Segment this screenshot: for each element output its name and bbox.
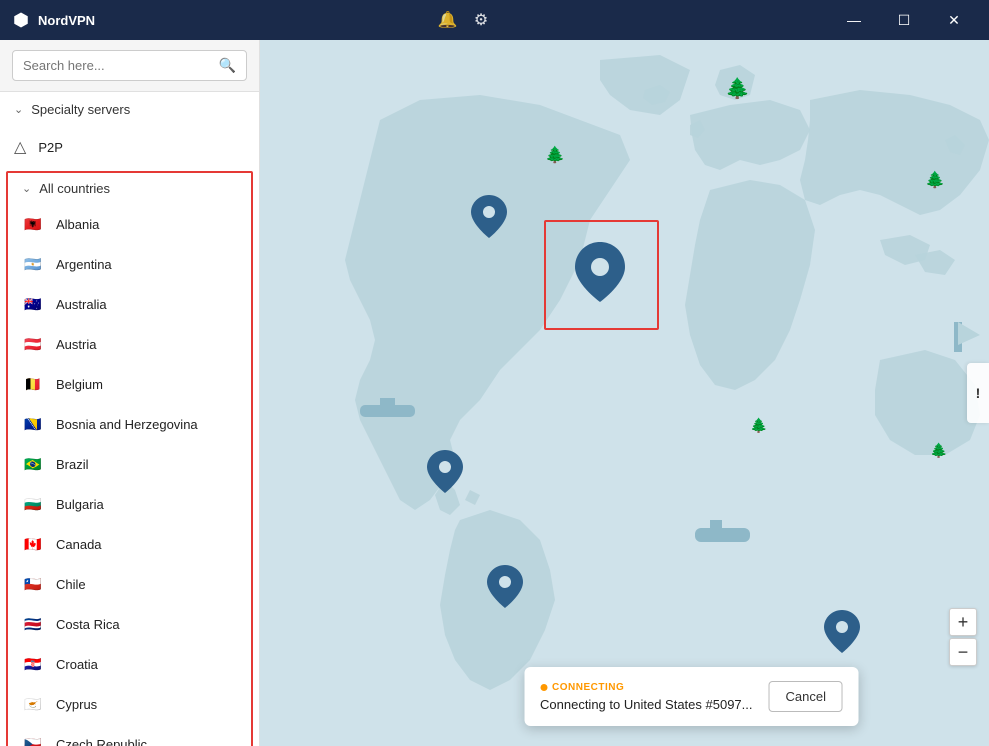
zoom-controls: + − [949,608,977,666]
country-name: Belgium [56,377,103,392]
titlebar: NordVPN 🔔 ⚙ — ☐ ✕ [0,0,989,40]
p2p-icon: △ [14,137,26,157]
country-list: 🇦🇱 Albania 🇦🇷 Argentina 🇦🇺 Australia 🇦🇹 Austria… [8,204,251,746]
info-button[interactable]: ! [967,363,989,423]
country-flag-icon: 🇦🇱 [22,213,44,235]
main-layout: 🔍 ⌄ Specialty servers △ P2P ⌄ All countr… [0,40,989,746]
connecting-text-area: CONNECTING Connecting to United States #… [540,682,752,712]
country-name: Austria [56,337,96,352]
country-flag-icon: 🇨🇱 [22,573,44,595]
country-list-item[interactable]: 🇦🇷 Argentina [8,244,251,284]
map-selection-box [544,220,659,330]
country-name: Bulgaria [56,497,104,512]
country-list-item[interactable]: 🇧🇦 Bosnia and Herzegovina [8,404,251,444]
titlebar-brand: NordVPN [12,11,95,29]
country-name: Argentina [56,257,112,272]
country-list-item[interactable]: 🇧🇷 Brazil [8,444,251,484]
notification-icon[interactable]: 🔔 [438,10,458,30]
country-flag-icon: 🇦🇺 [22,293,44,315]
country-list-item[interactable]: 🇨🇿 Czech Republic [8,724,251,746]
country-flag-icon: 🇧🇬 [22,493,44,515]
country-name: Canada [56,537,102,552]
all-countries-label: All countries [39,181,110,196]
svg-text:🌲: 🌲 [930,442,947,459]
sidebar: 🔍 ⌄ Specialty servers △ P2P ⌄ All countr… [0,40,260,746]
country-flag-icon: 🇭🇷 [22,653,44,675]
close-button[interactable]: ✕ [931,4,977,36]
connecting-dot-icon [540,684,547,691]
country-list-item[interactable]: 🇧🇬 Bulgaria [8,484,251,524]
country-flag-icon: 🇦🇷 [22,253,44,275]
maximize-button[interactable]: ☐ [881,4,927,36]
country-list-item[interactable]: 🇦🇹 Austria [8,324,251,364]
svg-text:🌲: 🌲 [545,145,565,164]
map-area: 🌲 🌲 🌲 🌲 🌲 [260,40,989,746]
country-list-item[interactable]: 🇦🇺 Australia [8,284,251,324]
country-name: Chile [56,577,86,592]
all-countries-section: ⌄ All countries 🇦🇱 Albania 🇦🇷 Argentina 🇦🇺 Au… [6,171,253,746]
svg-text:🌲: 🌲 [925,170,945,189]
settings-icon[interactable]: ⚙ [474,10,488,30]
country-list-item[interactable]: 🇨🇱 Chile [8,564,251,604]
country-name: Albania [56,217,99,232]
search-input[interactable] [23,58,211,73]
country-name: Czech Republic [56,737,147,746]
country-flag-icon: 🇧🇷 [22,453,44,475]
search-icon: 🔍 [219,57,236,74]
connecting-toast: CONNECTING Connecting to United States #… [524,667,859,726]
country-name: Bosnia and Herzegovina [56,417,198,432]
connecting-label: CONNECTING [540,682,752,693]
zoom-out-button[interactable]: − [949,638,977,666]
country-flag-icon: 🇨🇦 [22,533,44,555]
p2p-label: P2P [38,140,63,155]
country-name: Croatia [56,657,98,672]
all-countries-header[interactable]: ⌄ All countries [8,173,251,204]
country-flag-icon: 🇨🇿 [22,733,44,746]
sidebar-list: ⌄ Specialty servers △ P2P ⌄ All countrie… [0,92,259,746]
titlebar-icons: 🔔 ⚙ [438,10,488,30]
chevron-down-icon: ⌄ [14,103,23,116]
country-name: Cyprus [56,697,97,712]
world-map: 🌲 🌲 🌲 🌲 🌲 [260,40,989,746]
country-list-item[interactable]: 🇧🇪 Belgium [8,364,251,404]
country-list-item[interactable]: 🇭🇷 Croatia [8,644,251,684]
country-name: Australia [56,297,107,312]
titlebar-window-controls: — ☐ ✕ [831,4,977,36]
specialty-servers-label: Specialty servers [31,102,130,117]
zoom-in-button[interactable]: + [949,608,977,636]
country-flag-icon: 🇨🇾 [22,693,44,715]
country-name: Costa Rica [56,617,120,632]
all-countries-chevron-icon: ⌄ [22,182,31,195]
country-name: Brazil [56,457,89,472]
minimize-button[interactable]: — [831,4,877,36]
specialty-servers-header[interactable]: ⌄ Specialty servers [0,92,259,127]
search-box: 🔍 [12,50,247,81]
svg-text:🌲: 🌲 [750,417,767,434]
search-container: 🔍 [0,40,259,92]
p2p-item[interactable]: △ P2P [0,127,259,167]
country-list-item[interactable]: 🇦🇱 Albania [8,204,251,244]
country-list-item[interactable]: 🇨🇾 Cyprus [8,684,251,724]
cancel-button[interactable]: Cancel [768,681,842,712]
connecting-server-text: Connecting to United States #5097... [540,697,752,712]
country-flag-icon: 🇧🇪 [22,373,44,395]
nordvpn-logo-icon [12,11,30,29]
country-list-item[interactable]: 🇨🇷 Costa Rica [8,604,251,644]
country-flag-icon: 🇧🇦 [22,413,44,435]
app-title: NordVPN [38,13,95,28]
country-list-item[interactable]: 🇨🇦 Canada [8,524,251,564]
svg-text:🌲: 🌲 [725,76,750,100]
country-flag-icon: 🇨🇷 [22,613,44,635]
country-flag-icon: 🇦🇹 [22,333,44,355]
